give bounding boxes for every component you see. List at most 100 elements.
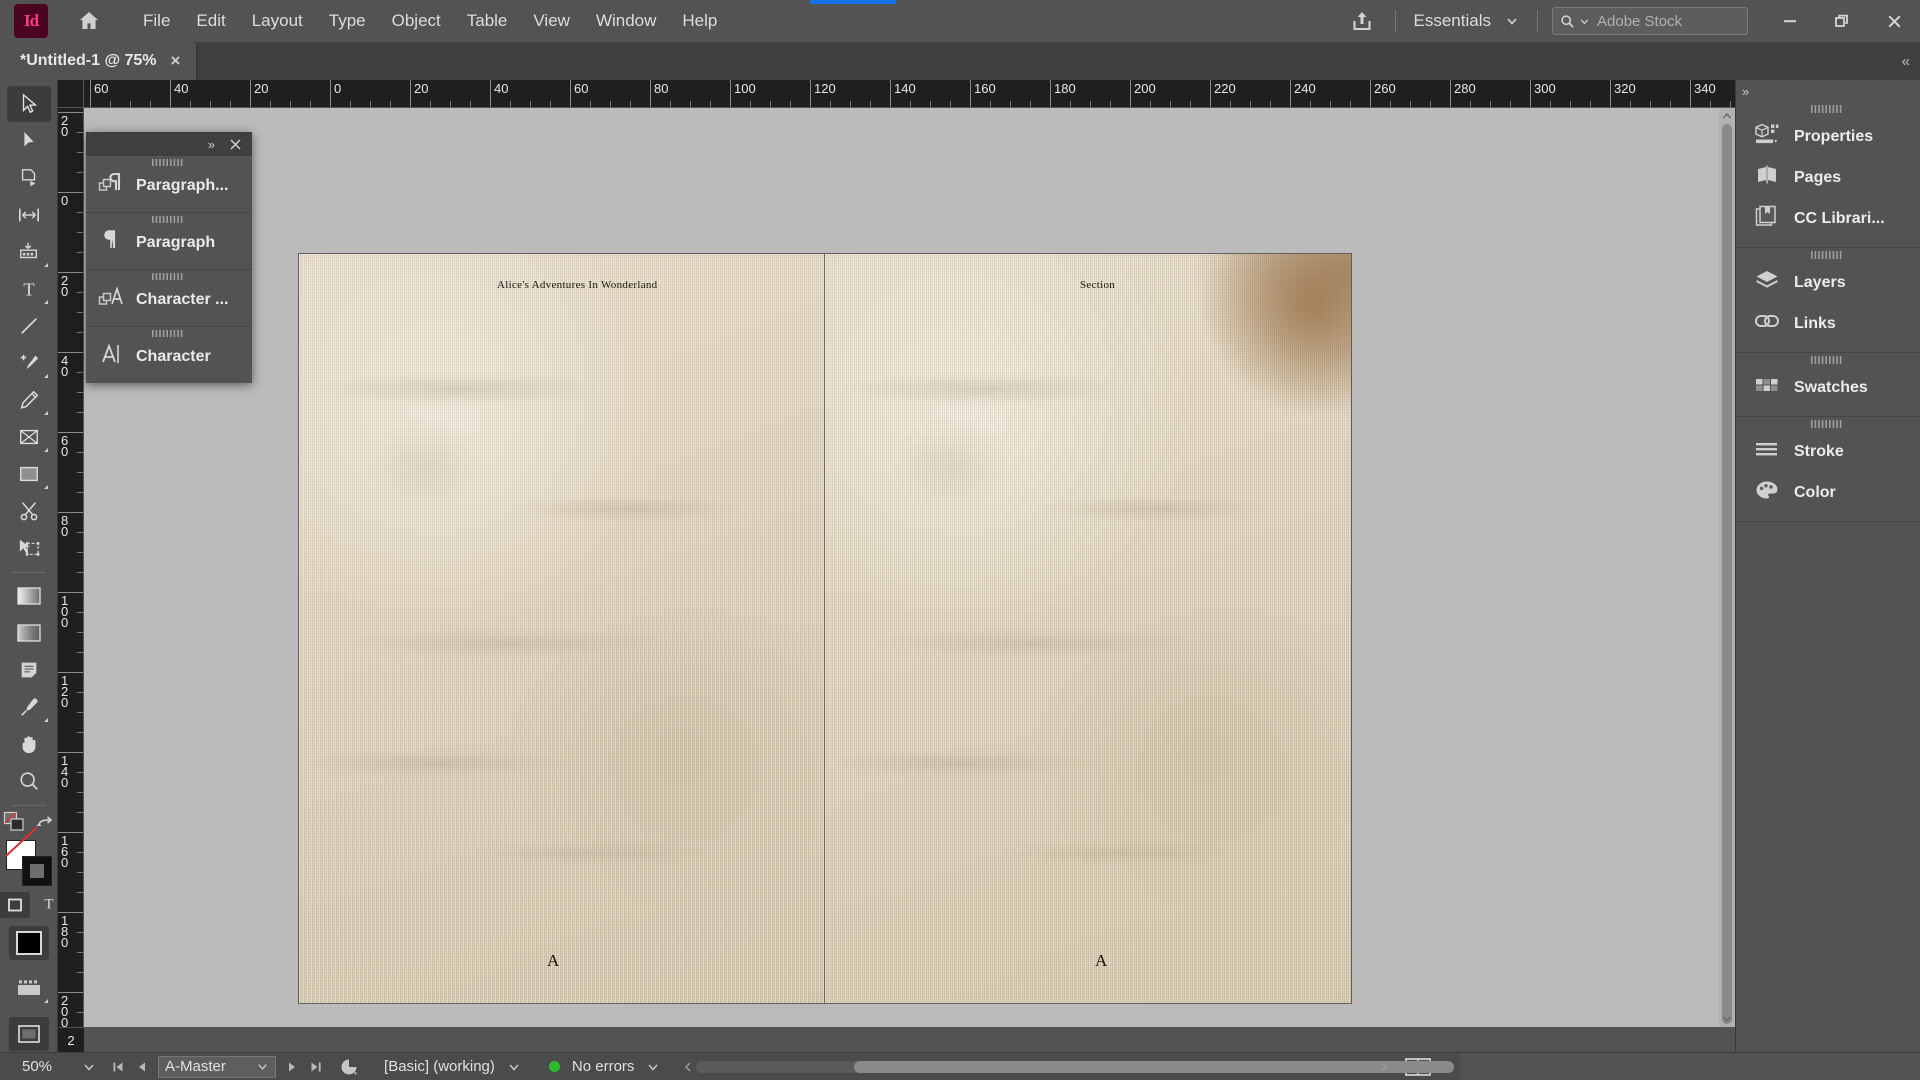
horizontal-scrollbar[interactable]: [674, 1052, 1455, 1080]
gradient-feather-tool[interactable]: [7, 615, 51, 651]
menu-type[interactable]: Type: [316, 5, 379, 37]
page-left[interactable]: Alice's Adventures In Wonderland A: [299, 254, 825, 1003]
panel-row-paragraph-styles[interactable]: Paragraph...: [86, 169, 252, 206]
panel-drag-grip[interactable]: [86, 327, 252, 340]
type-tool[interactable]: T: [7, 271, 51, 307]
scrollbar-thumb[interactable]: [1722, 124, 1732, 1024]
ruler-origin-corner[interactable]: [58, 80, 84, 108]
panel-item-paragraph-styles[interactable]: Paragraph...: [86, 156, 252, 213]
direct-selection-tool[interactable]: [7, 123, 51, 159]
apply-none-icon[interactable]: [3, 811, 27, 838]
formatting-affects-text-icon[interactable]: T: [40, 894, 58, 917]
selection-tool[interactable]: [6, 86, 51, 122]
panel-drag-grip[interactable]: [1736, 353, 1920, 367]
close-icon[interactable]: ×: [171, 51, 181, 71]
dock-item-cc-libraries[interactable]: CC Librari...: [1736, 198, 1920, 239]
panel-drag-grip[interactable]: [86, 156, 252, 169]
panel-drag-grip[interactable]: [86, 213, 252, 226]
chevron-down-icon[interactable]: [507, 1060, 521, 1074]
note-tool[interactable]: [7, 652, 51, 688]
menu-view[interactable]: View: [520, 5, 583, 37]
dock-item-layers[interactable]: Layers: [1736, 262, 1920, 303]
normal-view-mode-icon[interactable]: [8, 926, 49, 960]
panel-item-character[interactable]: Character: [86, 327, 252, 383]
chevron-down-icon[interactable]: [256, 1060, 269, 1073]
menu-object[interactable]: Object: [379, 5, 454, 37]
restore-icon[interactable]: [1816, 0, 1868, 42]
rectangle-tool[interactable]: [7, 456, 51, 492]
panel-drag-grip[interactable]: [1736, 248, 1920, 262]
menu-file[interactable]: File: [130, 5, 183, 37]
preflight-profile[interactable]: [Basic] (working): [370, 1058, 535, 1075]
share-icon[interactable]: [1345, 4, 1379, 38]
dock-item-links[interactable]: Links: [1736, 303, 1920, 344]
panel-drag-grip[interactable]: [1736, 417, 1920, 431]
double-chevron-right-icon[interactable]: »: [208, 137, 215, 152]
workspace-selector[interactable]: Essentials: [1406, 7, 1527, 35]
last-page-icon[interactable]: [304, 1060, 328, 1074]
eyedropper-tool[interactable]: [7, 689, 51, 725]
frame-tool[interactable]: [7, 419, 51, 455]
tabbar-collapse[interactable]: «: [1902, 42, 1920, 80]
panel-row-character[interactable]: Character: [86, 340, 252, 377]
error-status[interactable]: No errors: [535, 1058, 675, 1075]
close-icon[interactable]: [1868, 0, 1920, 42]
next-page-icon[interactable]: [280, 1060, 304, 1074]
menu-window[interactable]: Window: [583, 5, 669, 37]
scrollbar-thumb[interactable]: [854, 1060, 1455, 1073]
zoom-tool[interactable]: [7, 763, 51, 799]
gap-tool[interactable]: [7, 197, 51, 233]
pen-tool[interactable]: [7, 345, 51, 381]
document-canvas[interactable]: Alice's Adventures In Wonderland A Secti…: [84, 108, 1735, 1027]
home-icon[interactable]: [74, 6, 104, 36]
document-tab[interactable]: *Untitled-1 @ 75% ×: [0, 42, 198, 80]
zoom-level-control[interactable]: 50%: [0, 1058, 106, 1075]
preflight-icon[interactable]: [328, 1057, 370, 1077]
page-right[interactable]: Section A: [825, 254, 1351, 1003]
dock-item-properties[interactable]: Properties: [1736, 116, 1920, 157]
formatting-affects-container-icon[interactable]: [0, 892, 30, 918]
stroke-swatch[interactable]: [21, 856, 52, 886]
panel-item-character-styles[interactable]: Character ...: [86, 270, 252, 327]
scroll-up-icon[interactable]: [1719, 108, 1735, 124]
master-page-selector[interactable]: A-Master: [158, 1055, 277, 1078]
search-input[interactable]: Adobe Stock: [1552, 7, 1748, 35]
content-collector-tool[interactable]: [7, 234, 51, 270]
first-page-icon[interactable]: [106, 1060, 130, 1074]
dock-collapse-button[interactable]: »: [1736, 80, 1920, 102]
free-transform-tool[interactable]: [7, 530, 51, 566]
chevron-down-icon[interactable]: [82, 1060, 96, 1074]
dock-item-color[interactable]: Color: [1736, 472, 1920, 513]
swap-fill-stroke-icon[interactable]: [35, 812, 55, 837]
dock-item-stroke[interactable]: Stroke: [1736, 431, 1920, 472]
preview-mode-icon[interactable]: [7, 970, 51, 1006]
dock-item-swatches[interactable]: Swatches: [1736, 367, 1920, 408]
chevron-right-icon[interactable]: [1370, 1061, 1398, 1073]
screen-mode-icon[interactable]: [8, 1017, 49, 1051]
floating-type-panel[interactable]: » Paragraph... Paragraph Character ... C…: [86, 132, 252, 383]
horizontal-ruler[interactable]: 60 40 20 0 20 40 60 80 100 120 140 160 180 200 220 240 2…: [84, 80, 1735, 108]
gradient-swatch-tool[interactable]: [7, 578, 51, 614]
vertical-ruler[interactable]: 200204060801001201401601802002: [58, 108, 84, 1027]
panel-item-paragraph[interactable]: Paragraph: [86, 213, 252, 270]
menu-help[interactable]: Help: [669, 5, 730, 37]
canvas-vertical-scrollbar[interactable]: [1719, 108, 1735, 1027]
line-tool[interactable]: [7, 308, 51, 344]
chevron-down-icon[interactable]: [646, 1060, 660, 1074]
previous-page-icon[interactable]: [130, 1060, 154, 1074]
pencil-tool[interactable]: [7, 382, 51, 418]
panel-row-paragraph[interactable]: Paragraph: [86, 226, 252, 263]
panel-drag-grip[interactable]: [1736, 102, 1920, 116]
dock-item-pages[interactable]: Pages: [1736, 157, 1920, 198]
menu-layout[interactable]: Layout: [239, 5, 316, 37]
page-tool[interactable]: [7, 160, 51, 196]
panel-row-character-styles[interactable]: Character ...: [86, 283, 252, 320]
hand-tool[interactable]: [7, 726, 51, 762]
fill-stroke-swatches[interactable]: [4, 826, 52, 886]
scissors-tool[interactable]: [7, 493, 51, 529]
page-spread[interactable]: Alice's Adventures In Wonderland A Secti…: [299, 254, 1351, 1003]
panel-drag-grip[interactable]: [86, 270, 252, 283]
menu-edit[interactable]: Edit: [183, 5, 238, 37]
menu-table[interactable]: Table: [454, 5, 521, 37]
close-icon[interactable]: [229, 138, 242, 151]
